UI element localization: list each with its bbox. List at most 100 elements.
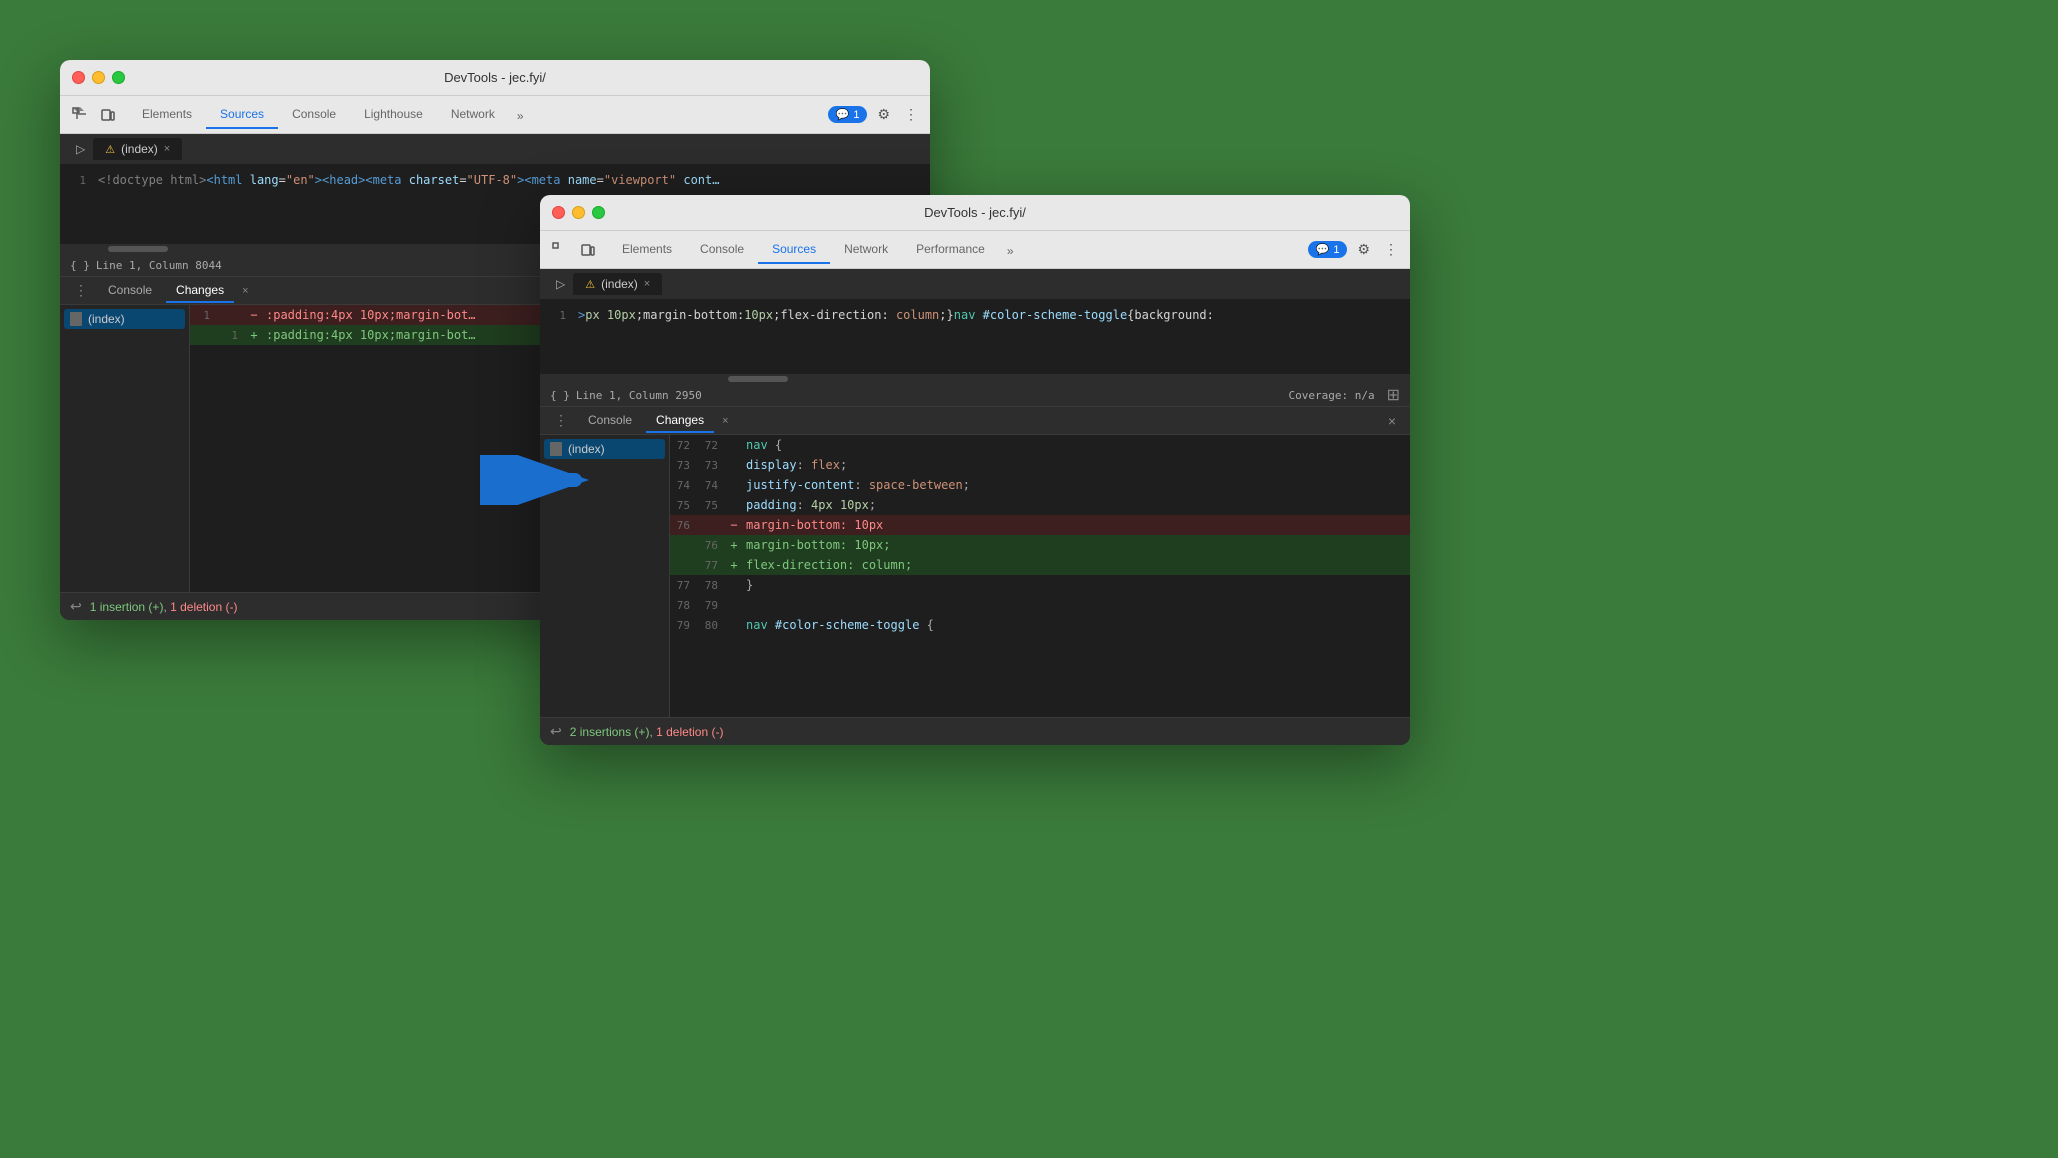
toolbar-right-2: 💬1 ⚙ ⋮ [1308, 237, 1402, 262]
diff-new-80: 80 [698, 619, 726, 632]
tab-performance-2[interactable]: Performance [902, 236, 999, 264]
bottom-panel-2: ⋮ Console Changes × × (index) 72 [540, 406, 1410, 745]
file-tab-close-1[interactable]: × [164, 143, 170, 155]
diff-old-79: 79 [670, 619, 698, 632]
arrow-container [480, 455, 600, 510]
scrollbar-h-2[interactable] [540, 374, 1410, 384]
diff-text-75: padding: 4px 10px; [742, 498, 876, 512]
status-text-2: { } [550, 389, 570, 402]
main-tabs-2: Elements Console Sources Network Perform… [608, 236, 1022, 264]
file-tab-index-2[interactable]: ⚠ (index) × [573, 273, 662, 295]
diff-text-add-1: :padding:4px 10px;margin-bot… [262, 328, 476, 342]
panel-tab-changes-close-1[interactable]: × [242, 285, 248, 297]
more-tabs-1[interactable]: » [509, 103, 532, 129]
diff-new-77: 77 [698, 559, 726, 572]
code-line-1: 1 <!doctype html><html lang="en"><head><… [60, 170, 930, 190]
close-button-2[interactable] [552, 206, 565, 219]
panel-menu-btn-2[interactable]: ⋮ [548, 410, 574, 431]
device-toggle-btn[interactable] [96, 103, 120, 127]
diff-new-75: 75 [698, 499, 726, 512]
changes-file-item-1[interactable]: (index) [64, 309, 185, 329]
file-tab-close-2[interactable]: × [644, 278, 650, 290]
tab-sources-2[interactable]: Sources [758, 236, 830, 264]
diff-new-76: 76 [698, 539, 726, 552]
diff-text-76-del: margin-bottom: 10px [742, 518, 883, 532]
diff-row-77: 77 78 } [670, 575, 1410, 595]
more-options-btn-2[interactable]: ⋮ [1380, 237, 1402, 262]
tab-sources-1[interactable]: Sources [206, 101, 278, 129]
undo-btn-1[interactable]: ↩ [70, 598, 82, 615]
diff-marker-del-1: − [246, 308, 262, 322]
tab-elements-1[interactable]: Elements [128, 101, 206, 129]
code-content-1: <!doctype html><html lang="en"><head><me… [98, 173, 719, 187]
messages-badge-1[interactable]: 💬1 [828, 106, 868, 123]
changes-content-2: (index) 72 72 nav { 73 73 [540, 435, 1410, 717]
diff-new-74: 74 [698, 479, 726, 492]
diff-new-72: 72 [698, 439, 726, 452]
diff-new-78: 78 [698, 579, 726, 592]
inspect-element-btn[interactable] [68, 103, 92, 127]
tab-lighthouse-1[interactable]: Lighthouse [350, 101, 437, 129]
tab-elements-2[interactable]: Elements [608, 236, 686, 264]
traffic-lights-1[interactable] [72, 71, 125, 84]
diff-old-74: 74 [670, 479, 698, 492]
changes-files-1: (index) [60, 305, 190, 592]
file-tab-index-1[interactable]: ⚠ (index) × [93, 138, 182, 160]
footer-summary-2: 2 insertions (+), 1 deletion (-) [570, 725, 724, 739]
settings-btn-1[interactable]: ⚙ [873, 102, 894, 127]
file-tabs-2: ▷ ⚠ (index) × [540, 269, 1410, 299]
traffic-lights-2[interactable] [552, 206, 605, 219]
code-line-2: 1 >px 10px;margin-bottom:10px;flex-direc… [540, 305, 1410, 325]
diff-text-77: } [742, 578, 753, 592]
status-bar-2: { } Line 1, Column 2950 Coverage: n/a ⊞ [540, 384, 1410, 406]
main-tabs-1: Elements Sources Console Lighthouse Netw… [128, 101, 532, 129]
window-title-1: DevTools - jec.fyi/ [444, 70, 546, 85]
diff-text-76-add: margin-bottom: 10px; [742, 538, 891, 552]
diff-text-74: justify-content: space-between; [742, 478, 970, 492]
titlebar-2: DevTools - jec.fyi/ [540, 195, 1410, 231]
coverage-text-2: Coverage: n/a [1289, 389, 1375, 402]
panel-tab-changes-1[interactable]: Changes [166, 279, 234, 303]
device-toggle-btn-2[interactable] [576, 238, 600, 262]
tab-network-2[interactable]: Network [830, 236, 902, 264]
settings-btn-2[interactable]: ⚙ [1353, 237, 1374, 262]
line-number-1: 1 [68, 174, 98, 187]
diff-old-num-1: 1 [190, 309, 218, 322]
diff-row-76-add: 76 + margin-bottom: 10px; [670, 535, 1410, 555]
diff-row-73: 73 73 display: flex; [670, 455, 1410, 475]
line-number-2: 1 [548, 309, 578, 322]
coverage-icon-2[interactable]: ⊞ [1387, 385, 1400, 405]
panel-tab-console-2[interactable]: Console [578, 409, 642, 433]
minimize-button-1[interactable] [92, 71, 105, 84]
panel-menu-btn-1[interactable]: ⋮ [68, 280, 94, 301]
diff-row-75: 75 75 padding: 4px 10px; [670, 495, 1410, 515]
undo-btn-2[interactable]: ↩ [550, 723, 562, 740]
inspect-element-btn-2[interactable] [548, 238, 572, 262]
maximize-button-2[interactable] [592, 206, 605, 219]
diff-old-73: 73 [670, 459, 698, 472]
scrollbar-thumb-2 [728, 376, 788, 382]
titlebar-1: DevTools - jec.fyi/ [60, 60, 930, 96]
diff-row-74: 74 74 justify-content: space-between; [670, 475, 1410, 495]
diff-old-76: 76 [670, 519, 698, 532]
more-options-btn-1[interactable]: ⋮ [900, 102, 922, 127]
more-tabs-2[interactable]: » [999, 238, 1022, 264]
file-tabs-1: ▷ ⚠ (index) × [60, 134, 930, 164]
close-button-1[interactable] [72, 71, 85, 84]
panel-tab-changes-2[interactable]: Changes [646, 409, 714, 433]
tab-console-1[interactable]: Console [278, 101, 350, 129]
file-toggle-1[interactable]: ▷ [68, 138, 93, 160]
minimize-button-2[interactable] [572, 206, 585, 219]
window-title-2: DevTools - jec.fyi/ [924, 205, 1026, 220]
tab-console-2[interactable]: Console [686, 236, 758, 264]
panel-tab-console-1[interactable]: Console [98, 279, 162, 303]
diff-marker-76-add: + [726, 538, 742, 552]
panel-tab-changes-close-2[interactable]: × [722, 415, 728, 427]
messages-badge-2[interactable]: 💬1 [1308, 241, 1348, 258]
panel-close-btn-2[interactable]: × [1382, 413, 1402, 429]
maximize-button-1[interactable] [112, 71, 125, 84]
line-col-2: Line 1, Column 2950 [576, 389, 702, 402]
tab-network-1[interactable]: Network [437, 101, 509, 129]
diff-old-75: 75 [670, 499, 698, 512]
file-toggle-2[interactable]: ▷ [548, 273, 573, 295]
